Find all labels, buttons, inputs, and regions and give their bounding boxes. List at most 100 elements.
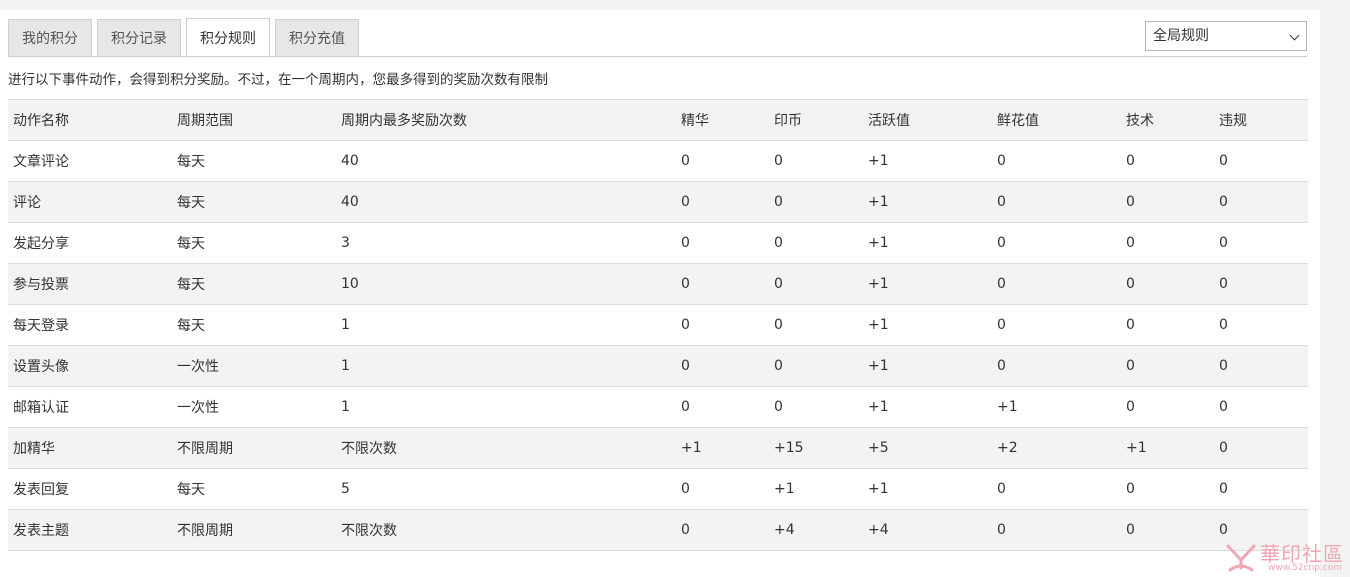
table-cell: 1 xyxy=(336,345,676,387)
table-cell: 0 xyxy=(769,345,863,387)
table-cell: 一次性 xyxy=(172,386,336,428)
table-cell: 0 xyxy=(992,304,1121,346)
table-cell: +2 xyxy=(992,427,1121,469)
table-row: 邮箱认证 一次性 1 0 0 +1 +1 0 0 xyxy=(8,386,1308,428)
table-cell: +1 xyxy=(863,222,992,264)
table-cell: 不限周期 xyxy=(172,427,336,469)
table-cell: 0 xyxy=(676,263,769,305)
table-row: 评论 每天 40 0 0 +1 0 0 0 xyxy=(8,181,1308,223)
table-row: 设置头像 一次性 1 0 0 +1 0 0 0 xyxy=(8,345,1308,387)
tab-points-rules[interactable]: 积分规则 xyxy=(186,18,270,58)
column-header: 技术 xyxy=(1121,99,1214,141)
table-cell: +1 xyxy=(992,386,1121,428)
tab-points-recharge[interactable]: 积分充值 xyxy=(275,19,359,57)
table-row: 文章评论 每天 40 0 0 +1 0 0 0 xyxy=(8,140,1308,182)
table-cell: 每天登录 xyxy=(8,304,172,346)
table-cell: 0 xyxy=(992,509,1121,551)
table-cell: 0 xyxy=(992,468,1121,510)
table-row: 发表主题 不限周期 不限次数 0 +4 +4 0 0 0 xyxy=(8,509,1308,551)
table-row: 每天登录 每天 1 0 0 +1 0 0 0 xyxy=(8,304,1308,346)
table-cell: +1 xyxy=(769,468,863,510)
table-cell: 40 xyxy=(336,181,676,223)
table-cell: 0 xyxy=(1121,468,1214,510)
column-header: 印币 xyxy=(769,99,863,141)
table-cell: 0 xyxy=(1121,386,1214,428)
table-cell: 0 xyxy=(769,386,863,428)
table-header-row: 动作名称 周期范围 周期内最多奖励次数 精华 印币 活跃值 鲜花值 技术 违规 xyxy=(8,99,1308,141)
table-cell: +15 xyxy=(769,427,863,469)
table-cell: 发表回复 xyxy=(8,468,172,510)
tab-divider xyxy=(8,56,1307,57)
table-cell: 参与投票 xyxy=(8,263,172,305)
table-cell: 0 xyxy=(1121,345,1214,387)
table-row: 加精华 不限周期 不限次数 +1 +15 +5 +2 +1 0 xyxy=(8,427,1308,469)
table-cell: 0 xyxy=(1214,427,1308,469)
table-cell: 0 xyxy=(1121,140,1214,182)
table-cell: 0 xyxy=(676,345,769,387)
table-cell: 0 xyxy=(1214,140,1308,182)
table-cell: 0 xyxy=(676,509,769,551)
table-cell: 每天 xyxy=(172,304,336,346)
rules-notice: 进行以下事件动作，会得到积分奖励。不过，在一个周期内，您最多得到的奖励次数有限制 xyxy=(8,72,548,88)
table-cell: 0 xyxy=(769,263,863,305)
table-cell: 0 xyxy=(992,181,1121,223)
table-cell: 0 xyxy=(1214,345,1308,387)
column-header: 违规 xyxy=(1214,99,1308,141)
table-cell: 0 xyxy=(1121,263,1214,305)
table-cell: 每天 xyxy=(172,181,336,223)
column-header: 活跃值 xyxy=(863,99,992,141)
table-cell: +4 xyxy=(769,509,863,551)
table-cell: 0 xyxy=(992,222,1121,264)
rule-scope-value: 全局规则 xyxy=(1153,28,1209,44)
table-cell: +1 xyxy=(676,427,769,469)
table-cell: 0 xyxy=(1214,263,1308,305)
table-cell: 0 xyxy=(676,304,769,346)
table-cell: 不限次数 xyxy=(336,509,676,551)
table-cell: 评论 xyxy=(8,181,172,223)
table-cell: 0 xyxy=(992,345,1121,387)
table-cell: 0 xyxy=(1121,509,1214,551)
column-header: 周期内最多奖励次数 xyxy=(336,99,676,141)
column-header: 周期范围 xyxy=(172,99,336,141)
table-cell: 0 xyxy=(1214,386,1308,428)
tab-bar: 我的积分 积分记录 积分规则 积分充值 xyxy=(8,17,364,58)
table-cell: +1 xyxy=(863,263,992,305)
table-cell: 0 xyxy=(1121,222,1214,264)
table-cell: 0 xyxy=(676,468,769,510)
table-cell: 0 xyxy=(769,181,863,223)
table-body: 文章评论 每天 40 0 0 +1 0 0 0 评论 每天 40 0 0 +1 0 0 0 发起分享 每天 3 0 0 +1 0… xyxy=(8,140,1308,551)
table-cell: +1 xyxy=(863,304,992,346)
table-row: 发起分享 每天 3 0 0 +1 0 0 0 xyxy=(8,222,1308,264)
tab-my-points[interactable]: 我的积分 xyxy=(8,19,92,57)
table-cell: +1 xyxy=(1121,427,1214,469)
column-header: 鲜花值 xyxy=(992,99,1121,141)
column-header: 精华 xyxy=(676,99,769,141)
table-cell: 10 xyxy=(336,263,676,305)
table-cell: 每天 xyxy=(172,263,336,305)
table-cell: 每天 xyxy=(172,468,336,510)
table-cell: 1 xyxy=(336,386,676,428)
table-cell: 40 xyxy=(336,140,676,182)
watermark-url: www.52cnp.com xyxy=(1268,563,1343,573)
table-cell: 不限次数 xyxy=(336,427,676,469)
table-cell: 一次性 xyxy=(172,345,336,387)
tab-points-log[interactable]: 积分记录 xyxy=(97,19,181,57)
table-cell: +1 xyxy=(863,468,992,510)
table-cell: 每天 xyxy=(172,222,336,264)
rules-table: 动作名称 周期范围 周期内最多奖励次数 精华 印币 活跃值 鲜花值 技术 违规 文章评论 每天 40… xyxy=(8,99,1308,551)
table-cell: 0 xyxy=(676,181,769,223)
table-cell: 0 xyxy=(1121,304,1214,346)
table-cell: +1 xyxy=(863,140,992,182)
table-cell: 邮箱认证 xyxy=(8,386,172,428)
table-cell: 0 xyxy=(992,263,1121,305)
table-cell: 0 xyxy=(676,140,769,182)
table-cell: 设置头像 xyxy=(8,345,172,387)
watermark: 華印社區 www.52cnp.com xyxy=(1222,536,1350,577)
column-header: 动作名称 xyxy=(8,99,172,141)
table-row: 发表回复 每天 5 0 +1 +1 0 0 0 xyxy=(8,468,1308,510)
table-cell: 文章评论 xyxy=(8,140,172,182)
rule-scope-select[interactable]: 全局规则 xyxy=(1145,21,1307,51)
table-cell: 1 xyxy=(336,304,676,346)
table-row: 参与投票 每天 10 0 0 +1 0 0 0 xyxy=(8,263,1308,305)
chevron-down-icon xyxy=(1289,30,1300,41)
